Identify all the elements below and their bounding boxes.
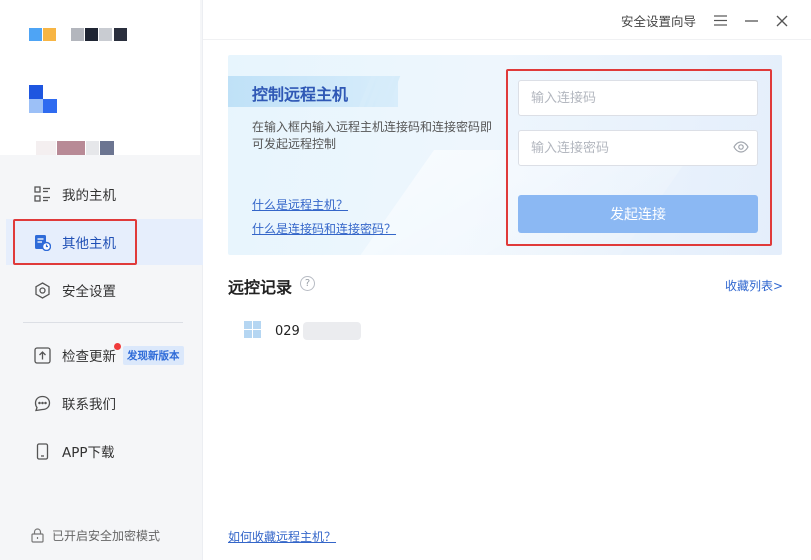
encryption-status: 已开启安全加密模式	[31, 527, 160, 544]
remote-host-icon	[33, 233, 51, 251]
sidebar-item-other-hosts[interactable]: 其他主机	[6, 219, 203, 265]
sidebar-item-label: 联系我们	[62, 397, 116, 413]
ribbon-stripes	[358, 76, 401, 107]
sidebar-item-security[interactable]: 安全设置	[6, 267, 203, 313]
title-bar: 安全设置向导	[203, 0, 811, 40]
record-host-id: 029	[275, 323, 300, 339]
menu-icon[interactable]	[713, 13, 727, 29]
what-is-remote-host-link[interactable]: 什么是远程主机？	[252, 196, 348, 213]
notification-dot	[114, 343, 121, 350]
connect-button[interactable]: 发起连接	[518, 195, 758, 233]
windows-icon	[244, 320, 261, 342]
redacted-text	[302, 322, 361, 340]
panel-title: 控制远程主机	[252, 85, 349, 104]
host-list-icon	[33, 185, 51, 203]
records-title: 远控记录	[228, 278, 293, 297]
security-guide-link[interactable]: 安全设置向导	[621, 11, 696, 30]
sidebar-item-label: APP下载	[62, 445, 115, 461]
how-to-favorite-link[interactable]: 如何收藏远程主机？	[228, 528, 336, 545]
minimize-icon[interactable]	[744, 13, 758, 29]
sidebar: 我的主机 其他主机 安全设置 检查更新 发现新版本 联系我们 APP下载 已开启…	[0, 0, 203, 560]
sidebar-item-label: 安全设置	[62, 284, 116, 300]
phone-icon	[33, 442, 51, 460]
encryption-status-label: 已开启安全加密模式	[52, 529, 161, 543]
what-is-code-password-link[interactable]: 什么是连接码和连接密码？	[252, 220, 396, 237]
upload-icon	[33, 346, 51, 364]
sidebar-item-check-update[interactable]: 检查更新 发现新版本	[6, 332, 203, 378]
sidebar-item-contact[interactable]: 联系我们	[6, 380, 203, 426]
shield-hex-icon	[33, 281, 51, 299]
brand-logo-area	[0, 0, 200, 155]
record-item[interactable]: 029	[244, 320, 361, 342]
connection-code-input[interactable]	[518, 80, 758, 116]
sidebar-divider	[23, 322, 183, 323]
new-version-badge[interactable]: 发现新版本	[123, 345, 184, 365]
eye-icon[interactable]	[733, 141, 749, 157]
sidebar-item-label: 检查更新	[62, 349, 116, 365]
close-icon[interactable]	[775, 13, 789, 29]
favorites-list-link[interactable]: 收藏列表>	[725, 277, 783, 294]
sidebar-item-label: 其他主机	[62, 236, 116, 252]
lock-icon	[31, 528, 44, 543]
help-icon[interactable]: ?	[300, 276, 315, 291]
sidebar-item-label: 我的主机	[62, 188, 116, 204]
sidebar-item-my-hosts[interactable]: 我的主机	[6, 171, 203, 217]
sidebar-item-app-download[interactable]: APP下载	[6, 428, 203, 474]
chat-icon	[33, 394, 51, 412]
panel-description: 在输入框内输入远程主机连接码和连接密码即可发起远程控制	[252, 120, 493, 151]
connection-password-input[interactable]	[518, 130, 758, 166]
